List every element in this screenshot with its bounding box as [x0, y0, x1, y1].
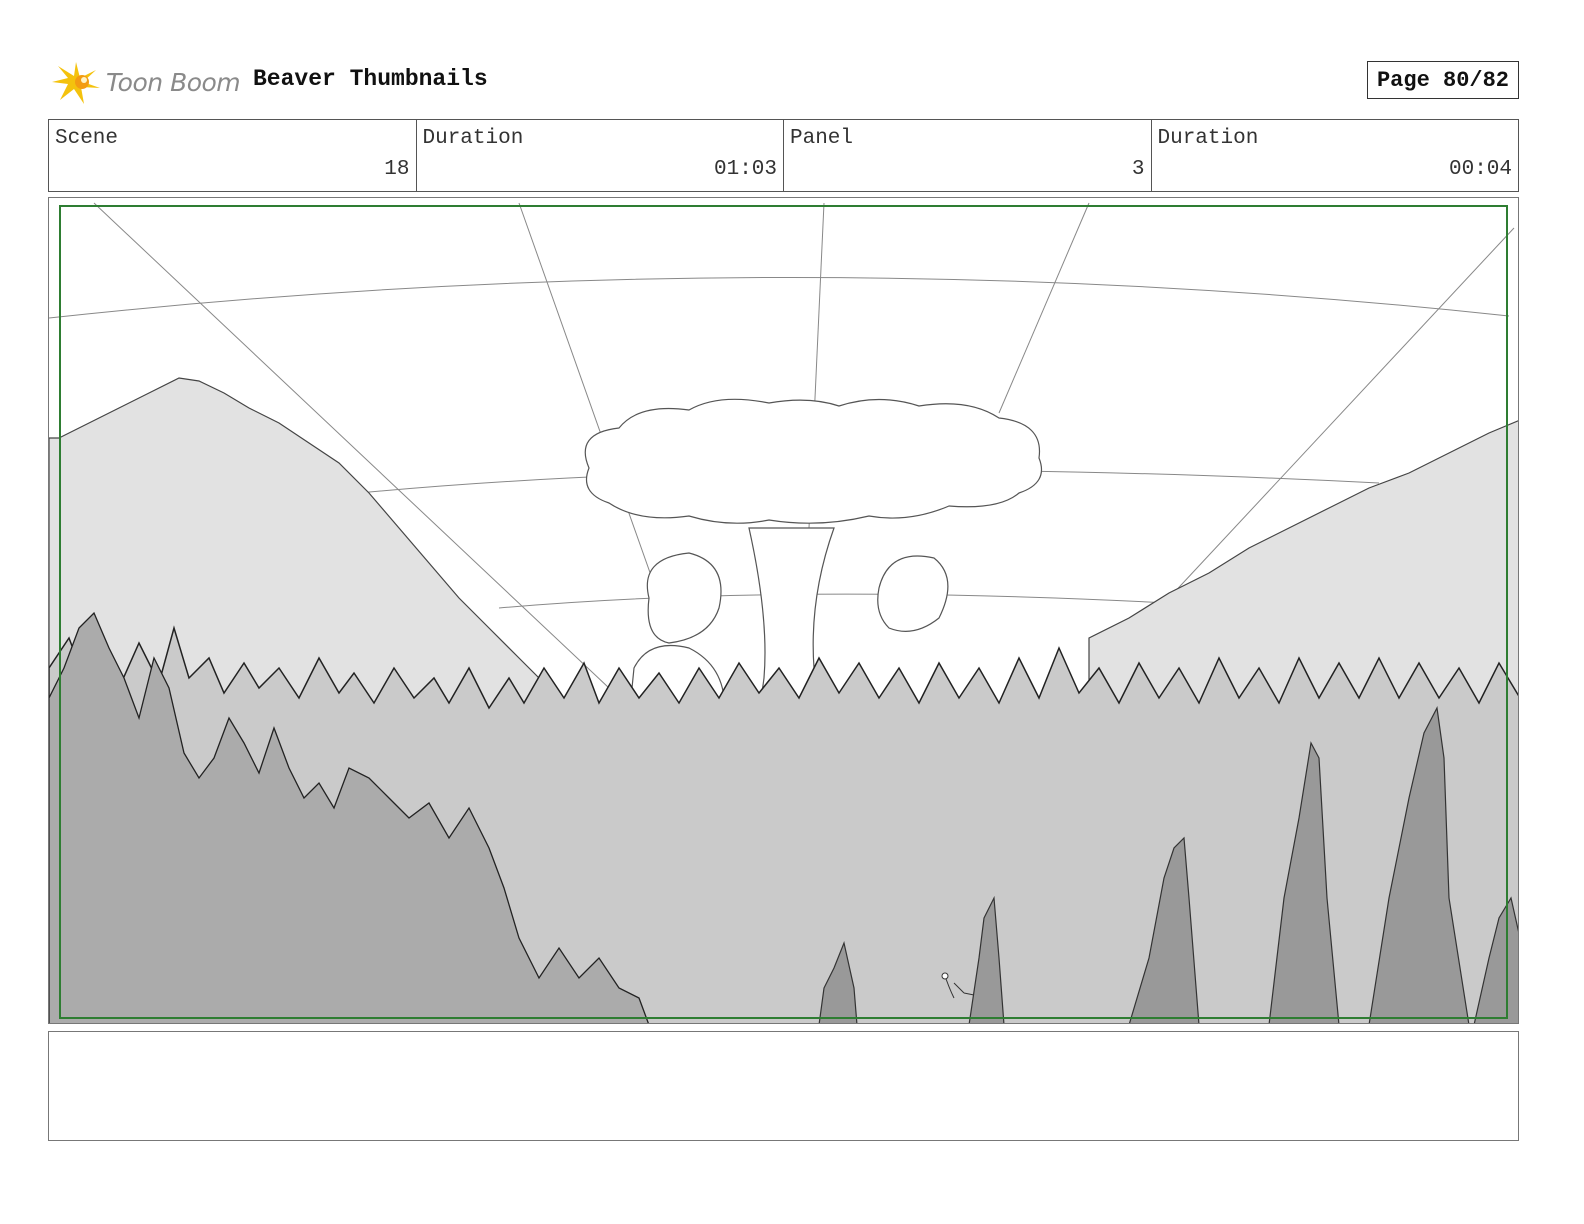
panel-value: 3	[1131, 158, 1145, 181]
scene-duration-value: 01:03	[713, 158, 777, 181]
panel-notes[interactable]	[48, 1031, 1519, 1141]
scene-info-table: Scene 18 Duration 01:03 Panel 3 Duration…	[48, 119, 1519, 192]
panel-cell: Panel 3	[784, 120, 1152, 191]
panel-duration-cell: Duration 00:04	[1152, 120, 1519, 191]
scene-duration-cell: Duration 01:03	[417, 120, 784, 191]
toon-boom-starburst-icon	[52, 62, 100, 104]
panel-label: Panel	[790, 127, 854, 150]
scene-cell: Scene 18	[49, 120, 417, 191]
scene-label: Scene	[55, 127, 119, 150]
page-label: Page 80/82	[1376, 67, 1510, 93]
logo-text: Toon Boom	[106, 67, 241, 97]
scene-value: 18	[384, 158, 410, 181]
panel-sketch	[49, 198, 1518, 1023]
project-title: Beaver Thumbnails	[253, 66, 488, 92]
page-indicator: Page 80/82	[1367, 61, 1519, 99]
panel-duration-label: Duration	[1157, 127, 1259, 150]
panel-duration-value: 00:04	[1448, 158, 1512, 181]
notes-text	[49, 1032, 1518, 1048]
storyboard-panel	[48, 197, 1519, 1024]
toon-boom-logo: Toon Boom	[50, 56, 241, 108]
scene-duration-label: Duration	[422, 127, 524, 150]
